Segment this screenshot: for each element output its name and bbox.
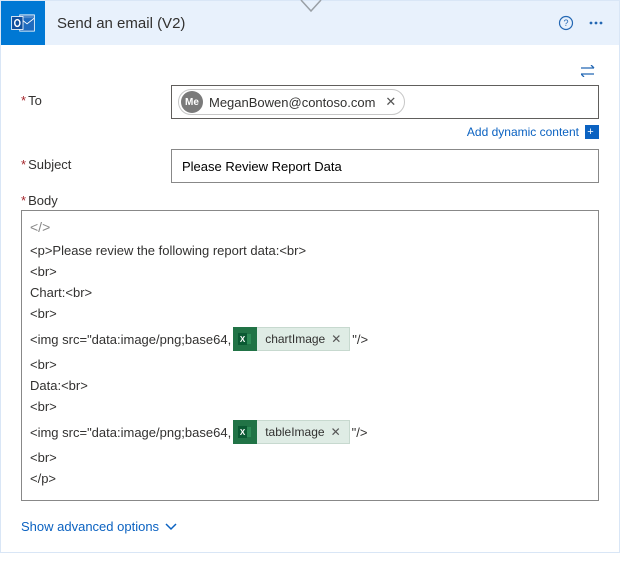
chevron-down-icon xyxy=(165,523,177,531)
body-text: <br> xyxy=(30,399,590,414)
body-text: "/> xyxy=(352,332,368,347)
subject-label: *Subject xyxy=(21,149,171,172)
email-action-card: Send an email (V2) ? *To Me MeganBowen@c… xyxy=(0,0,620,553)
body-editor[interactable]: </> <p>Please review the following repor… xyxy=(21,210,599,501)
show-advanced-label: Show advanced options xyxy=(21,519,159,534)
body-text: Chart:<br> xyxy=(30,285,590,300)
subject-field-row: *Subject xyxy=(21,149,599,183)
body-text: </p> xyxy=(30,471,590,486)
to-input[interactable]: Me MeganBowen@contoso.com ✕ xyxy=(171,85,599,119)
dynamic-token-chartimage[interactable]: X chartImage ✕ xyxy=(233,327,350,351)
more-icon[interactable] xyxy=(581,8,611,38)
help-icon[interactable]: ? xyxy=(551,8,581,38)
remove-token-icon[interactable]: ✕ xyxy=(331,332,341,346)
body-text: <p>Please review the following report da… xyxy=(30,243,590,258)
body-text: Data:<br> xyxy=(30,378,590,393)
recipient-email: MeganBowen@contoso.com xyxy=(209,95,375,110)
body-label: *Body xyxy=(21,193,599,208)
body-text: "/> xyxy=(352,425,368,440)
token-label: chartImage xyxy=(265,332,325,346)
body-text: <br> xyxy=(30,306,590,321)
card-title: Send an email (V2) xyxy=(45,15,551,32)
card-body: *To Me MeganBowen@contoso.com ✕ Add dyna… xyxy=(1,45,619,552)
body-line-chart: <img src="data:image/png;base64, X chart… xyxy=(30,327,590,351)
svg-text:?: ? xyxy=(563,18,568,28)
recipient-chip[interactable]: Me MeganBowen@contoso.com ✕ xyxy=(178,89,405,115)
svg-text:X: X xyxy=(240,428,246,437)
dynamic-token-tableimage[interactable]: X tableImage ✕ xyxy=(233,420,349,444)
body-text: <img src="data:image/png;base64, xyxy=(30,425,231,440)
show-advanced-options-link[interactable]: Show advanced options xyxy=(21,519,599,534)
body-text: <br> xyxy=(30,450,590,465)
svg-text:X: X xyxy=(240,335,246,344)
swap-icon[interactable] xyxy=(579,61,599,81)
body-text: <br> xyxy=(30,357,590,372)
outlook-icon xyxy=(1,1,45,45)
add-dynamic-content-link[interactable]: Add dynamic content + xyxy=(467,125,599,139)
body-line-table: <img src="data:image/png;base64, X table… xyxy=(30,420,590,444)
excel-icon: X xyxy=(233,420,257,444)
add-dynamic-content-label: Add dynamic content xyxy=(467,125,579,139)
plus-icon: + xyxy=(585,125,599,139)
body-text: <img src="data:image/png;base64, xyxy=(30,332,231,347)
subject-input[interactable] xyxy=(171,149,599,183)
to-label: *To xyxy=(21,85,171,108)
token-label: tableImage xyxy=(265,425,324,439)
avatar: Me xyxy=(181,91,203,113)
remove-recipient-icon[interactable]: ✕ xyxy=(385,94,396,110)
excel-icon: X xyxy=(233,327,257,351)
body-text: <br> xyxy=(30,264,590,279)
to-field-row: *To Me MeganBowen@contoso.com ✕ xyxy=(21,85,599,119)
remove-token-icon[interactable]: ✕ xyxy=(331,425,341,439)
code-view-toggle-icon[interactable]: </> xyxy=(30,219,590,235)
